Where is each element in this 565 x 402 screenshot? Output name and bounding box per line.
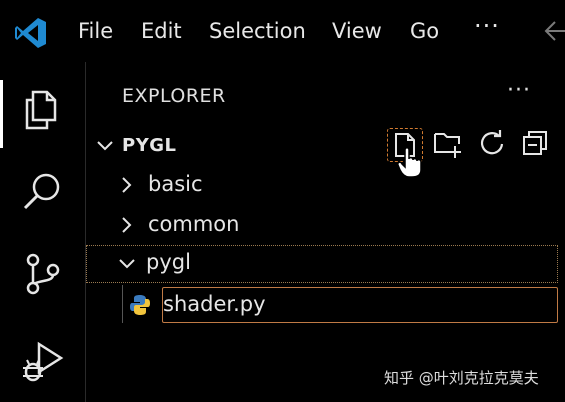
- chevron-right-icon: [122, 177, 132, 193]
- back-arrow-icon[interactable]: [543, 18, 565, 44]
- vscode-logo-icon: [15, 18, 46, 48]
- section-title: PYGL: [122, 135, 177, 156]
- tree-folder-common[interactable]: common: [86, 206, 565, 244]
- watermark-text: 知乎 @叶刘克拉克莫夫: [384, 369, 539, 387]
- active-indicator: [0, 80, 3, 148]
- refresh-icon[interactable]: [477, 128, 507, 158]
- collapse-all-icon[interactable]: [520, 128, 550, 158]
- source-control-icon[interactable]: [19, 250, 67, 298]
- tree-item-label: basic: [148, 172, 203, 196]
- menu-go[interactable]: Go: [410, 19, 439, 43]
- menu-edit[interactable]: Edit: [141, 19, 182, 43]
- chevron-down-icon: [119, 259, 135, 269]
- tree-item-label: common: [148, 212, 240, 236]
- tree-item-label: pygl: [146, 250, 191, 274]
- run-debug-icon[interactable]: [19, 338, 67, 386]
- tree-folder-pygl[interactable]: pygl: [86, 245, 558, 283]
- indent-guide: [122, 285, 123, 323]
- search-icon[interactable]: [19, 168, 67, 216]
- new-folder-icon[interactable]: [433, 128, 463, 158]
- title-bar: File Edit Selection View Go ···: [0, 0, 565, 62]
- menu-file[interactable]: File: [78, 19, 113, 43]
- tree-folder-basic[interactable]: basic: [86, 166, 565, 204]
- activity-bar: [0, 62, 86, 402]
- menu-selection[interactable]: Selection: [209, 19, 306, 43]
- menu-more-button[interactable]: ···: [474, 12, 500, 40]
- explorer-icon[interactable]: [19, 86, 67, 134]
- sidebar-title: EXPLORER: [122, 85, 226, 107]
- sidebar-more-button[interactable]: ···: [507, 78, 531, 103]
- tree-item-label: shader.py: [163, 292, 266, 316]
- explorer-sidebar: EXPLORER ··· PYGL basic common pygl shad…: [86, 62, 565, 402]
- chevron-right-icon: [122, 217, 132, 233]
- chevron-down-icon: [97, 141, 113, 151]
- menu-view[interactable]: View: [332, 19, 382, 43]
- python-file-icon: [130, 295, 150, 315]
- tree-file-shader[interactable]: shader.py: [162, 287, 558, 323]
